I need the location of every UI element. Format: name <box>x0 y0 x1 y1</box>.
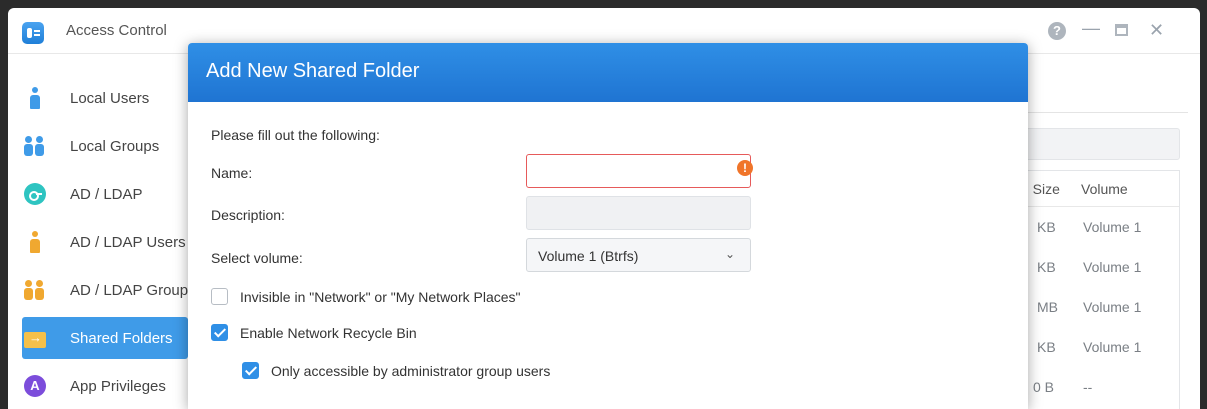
minimize-icon[interactable]: — <box>1082 19 1100 37</box>
local-user-icon <box>24 87 46 109</box>
admin-only-option[interactable]: Only accessible by administrator group u… <box>242 362 550 379</box>
table-cell-volume: Volume 1 <box>1083 339 1142 355</box>
dialog-title: Add New Shared Folder <box>206 60 420 82</box>
admin-only-label: Only accessible by administrator group u… <box>271 362 551 379</box>
volume-select-value: Volume 1 (Btrfs) <box>538 248 639 264</box>
ad-user-icon <box>24 231 46 253</box>
admin-only-checkbox[interactable] <box>242 362 259 379</box>
ad-group-icon <box>24 279 46 301</box>
column-header-volume[interactable]: Volume <box>1081 181 1128 197</box>
sidebar-item-label: Local Users <box>70 89 150 107</box>
description-label: Description: <box>211 207 285 223</box>
recycle-bin-checkbox[interactable] <box>211 324 228 341</box>
sidebar-item-ad-ldap[interactable]: AD / LDAP <box>8 170 184 218</box>
folder-icon <box>24 330 46 348</box>
dialog-header[interactable]: Add New Shared Folder <box>188 43 1028 102</box>
chevron-down-icon: ⌄ <box>725 247 736 261</box>
table-cell-volume: Volume 1 <box>1083 259 1142 275</box>
sidebar-item-label: App Privileges <box>70 377 166 395</box>
local-group-icon <box>24 135 46 157</box>
table-header: n Size Volume <box>1021 171 1179 207</box>
table-cell-size: KB <box>1037 259 1056 275</box>
table-row[interactable]: KB Volume 1 <box>1021 247 1179 287</box>
description-field[interactable] <box>526 196 751 230</box>
sidebar-item-shared-folders[interactable]: Shared Folders <box>22 317 188 359</box>
key-icon <box>24 183 46 205</box>
sidebar-item-local-users[interactable]: Local Users <box>8 74 184 122</box>
app-privileges-icon <box>24 375 46 397</box>
volume-label: Select volume: <box>211 250 303 266</box>
recycle-bin-label: Enable Network Recycle Bin <box>240 324 417 341</box>
tab-divider <box>1020 112 1188 113</box>
sidebar-item-local-groups[interactable]: Local Groups <box>8 122 184 170</box>
sidebar-item-label: AD / LDAP Groups <box>70 281 196 299</box>
name-field[interactable] <box>526 154 751 188</box>
table-cell-size: KB <box>1037 219 1056 235</box>
sidebar-item-label: Local Groups <box>70 137 160 155</box>
table-row[interactable]: 0 B -- <box>1021 367 1179 407</box>
volume-select[interactable]: Volume 1 (Btrfs) ⌄ <box>526 238 751 272</box>
access-control-app-icon <box>22 22 44 44</box>
table-cell-volume: Volume 1 <box>1083 219 1142 235</box>
table-row[interactable]: KB Volume 1 <box>1021 327 1179 367</box>
sidebar: Local Users Local Groups AD / LDAP AD / … <box>8 74 196 409</box>
close-icon[interactable]: ✕ <box>1149 21 1164 39</box>
error-icon: ! <box>737 160 753 176</box>
dialog-intro: Please fill out the following: <box>211 127 380 143</box>
help-icon[interactable]: ? <box>1048 22 1066 40</box>
table-row[interactable]: KB Volume 1 <box>1021 207 1179 247</box>
recycle-bin-option[interactable]: Enable Network Recycle Bin <box>211 324 417 341</box>
sidebar-item-label: AD / LDAP Users <box>70 233 186 251</box>
table-cell-size: MB <box>1037 299 1058 315</box>
table-cell-volume: -- <box>1083 379 1093 395</box>
maximize-icon[interactable] <box>1115 24 1128 36</box>
table-row[interactable]: MB Volume 1 <box>1021 287 1179 327</box>
add-shared-folder-dialog: Add New Shared Folder Please fill out th… <box>188 43 1028 409</box>
sidebar-item-label: AD / LDAP <box>70 185 143 203</box>
sidebar-item-label: Shared Folders <box>70 329 173 347</box>
search-input[interactable] <box>1020 128 1180 160</box>
shared-folder-table: n Size Volume KB Volume 1 KB Volume 1 MB… <box>1020 170 1180 409</box>
invisible-option[interactable]: Invisible in "Network" or "My Network Pl… <box>211 288 521 305</box>
window-title: Access Control <box>66 22 167 39</box>
table-cell-volume: Volume 1 <box>1083 299 1142 315</box>
sidebar-item-ad-ldap-groups[interactable]: AD / LDAP Groups <box>8 266 196 314</box>
table-cell-size: KB <box>1037 339 1056 355</box>
sidebar-item-app-privileges[interactable]: App Privileges <box>8 362 184 409</box>
table-cell-size: 0 B <box>1033 379 1055 395</box>
sidebar-item-ad-ldap-users[interactable]: AD / LDAP Users <box>8 218 186 266</box>
invisible-checkbox[interactable] <box>211 288 228 305</box>
name-label: Name: <box>211 165 253 181</box>
invisible-label: Invisible in "Network" or "My Network Pl… <box>240 288 521 305</box>
